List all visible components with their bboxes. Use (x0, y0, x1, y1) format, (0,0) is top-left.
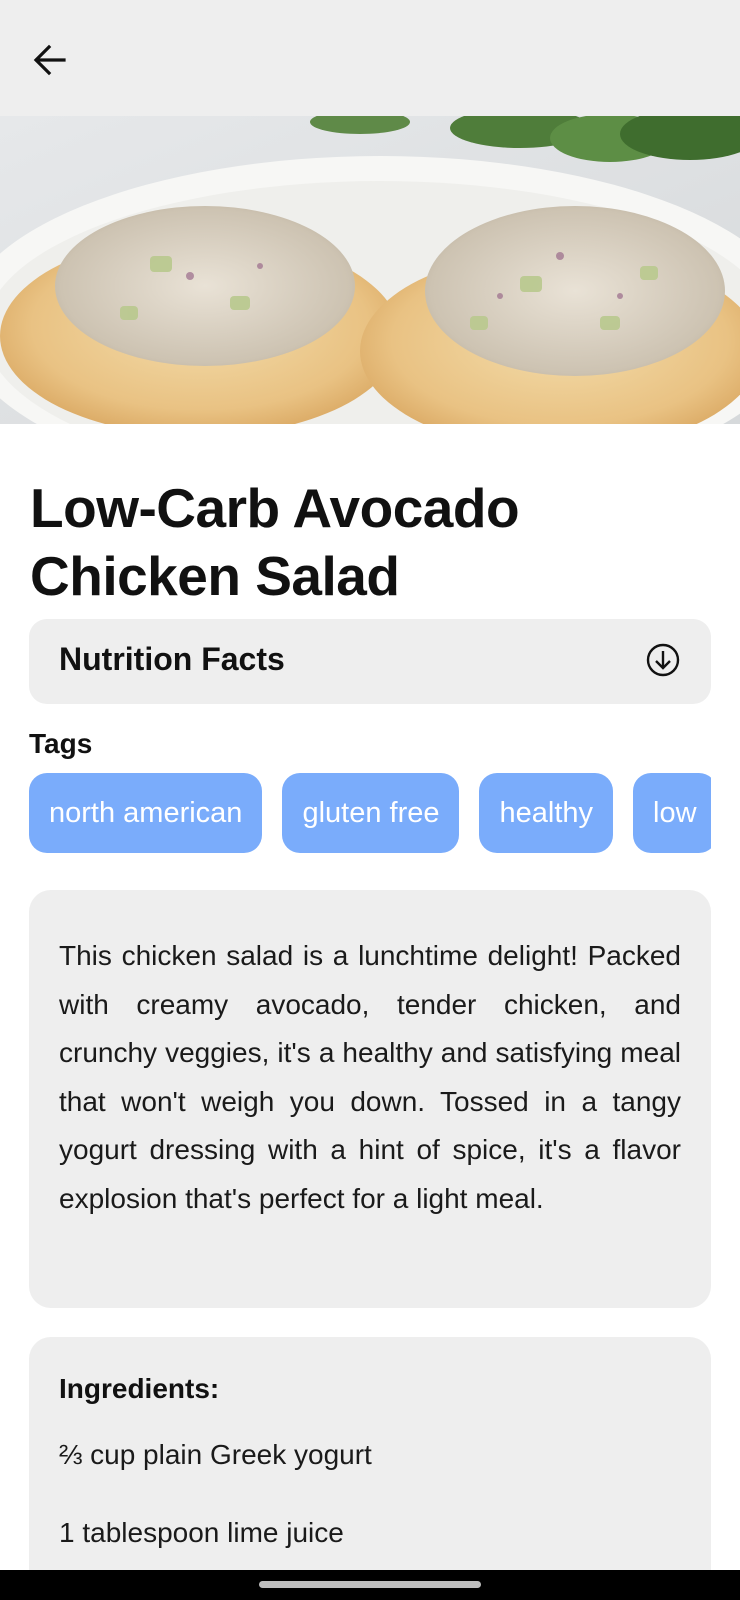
ingredients-heading: Ingredients: (59, 1373, 220, 1404)
tags-heading: Tags (29, 728, 93, 759)
tags-row[interactable]: north american gluten free healthy low (29, 773, 711, 853)
circle-arrow-down-icon (646, 643, 680, 677)
nutrition-facts-button[interactable]: Nutrition Facts (29, 619, 711, 704)
tag-chip[interactable]: north american (29, 773, 263, 853)
description-text: This chicken salad is a lunchtime deligh… (59, 940, 681, 1214)
food-photo (0, 116, 740, 424)
top-app-bar (0, 0, 740, 116)
ingredient-item: ⅔ cup plain Greek yogurt (59, 1439, 372, 1470)
tag-chip[interactable]: healthy (479, 773, 613, 853)
arrow-left-icon (33, 44, 66, 76)
ingredients-card: Ingredients: ⅔ cup plain Greek yogurt 1 … (29, 1337, 711, 1600)
back-button[interactable] (20, 30, 80, 90)
nutrition-facts-label: Nutrition Facts (59, 641, 285, 677)
tag-chip[interactable]: low (633, 773, 711, 853)
recipe-screen: Low-Carb Avocado Chicken Salad Nutrition… (0, 0, 740, 1600)
description-card: This chicken salad is a lunchtime deligh… (29, 890, 711, 1308)
tag-chip[interactable]: gluten free (282, 773, 460, 853)
ingredient-item: 1 tablespoon lime juice (59, 1517, 344, 1548)
recipe-title: Low-Carb Avocado Chicken Salad (30, 477, 520, 607)
recipe-hero-image (0, 116, 740, 424)
system-nav-bar (0, 1570, 740, 1600)
home-indicator[interactable] (259, 1581, 481, 1588)
